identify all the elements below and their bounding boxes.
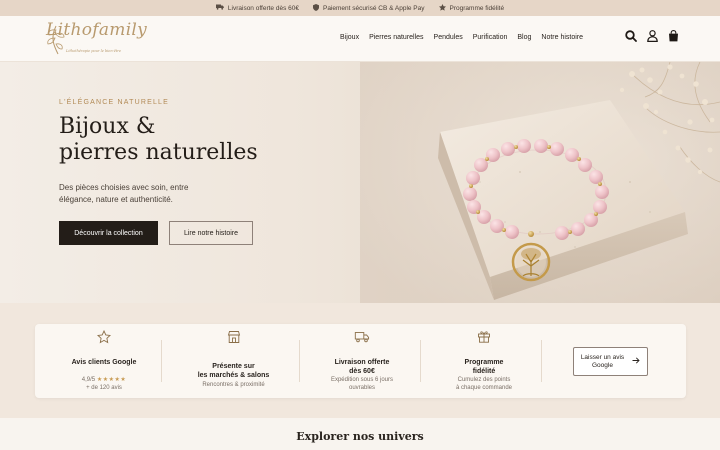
announcement-bar: Livraison offerte dès 60€ Paiement sécur… bbox=[0, 0, 720, 16]
arrow-right-icon bbox=[632, 356, 640, 367]
announcement-loyalty: Programme fidélité bbox=[438, 3, 505, 13]
feature-title-line2: dès 60€ bbox=[349, 368, 375, 375]
announcement-label: Livraison offerte dès 60€ bbox=[227, 4, 299, 12]
feature-sub: + de 120 avis bbox=[86, 385, 122, 391]
features-card: Avis clients Google 4,9/5 ★★★★★ + de 120… bbox=[35, 324, 686, 398]
nav-item-purification[interactable]: Purification bbox=[473, 34, 508, 41]
rating-stars: ★★★★★ bbox=[96, 377, 127, 383]
explore-section: Explorer nos univers bbox=[0, 418, 720, 450]
feature-title-line2: fidélité bbox=[472, 368, 496, 375]
user-icon[interactable] bbox=[647, 30, 658, 42]
logo-tagline: Lithothérapie pour le bien-être bbox=[66, 49, 122, 53]
hero-title-line2: pierres naturelles bbox=[59, 140, 258, 165]
hero-bracelet-image bbox=[360, 62, 720, 303]
nav-item-blog[interactable]: Blog bbox=[517, 34, 531, 41]
header-actions bbox=[625, 30, 679, 42]
leave-google-review-button[interactable]: Laisser un avis Google bbox=[573, 347, 648, 376]
feature-title-line1: Livraison offerte bbox=[334, 359, 390, 366]
feature-title: Avis clients Google bbox=[71, 359, 137, 366]
hero-subtitle: Des pièces choisies avec soin, entre élé… bbox=[59, 183, 189, 204]
announcement-shipping: Livraison offerte dès 60€ bbox=[215, 4, 299, 12]
read-story-button[interactable]: Lire notre histoire bbox=[169, 221, 253, 245]
announcement-payment: Paiement sécurisé CB & Apple Pay bbox=[312, 3, 425, 13]
star-outline-icon bbox=[96, 329, 112, 349]
hero-section: L'ÉLÉGANCE NATURELLE Bijoux & pierres na… bbox=[0, 62, 720, 303]
review-button-label: Laisser un avis Google bbox=[581, 354, 624, 370]
search-icon[interactable] bbox=[625, 30, 637, 42]
gift-icon bbox=[478, 330, 491, 348]
nav-item-notre-histoire[interactable]: Notre histoire bbox=[541, 34, 583, 41]
feature-sub: Rencontres & proximité bbox=[202, 382, 265, 388]
star-icon bbox=[438, 3, 446, 13]
feature-title-line1: Présente sur bbox=[212, 363, 255, 370]
explore-title: Explorer nos univers bbox=[296, 430, 424, 443]
feature-markets: Présente sur les marchés & salons Rencon… bbox=[165, 324, 302, 398]
review-button-line1: Laisser un avis bbox=[580, 353, 625, 361]
store-icon bbox=[227, 330, 241, 349]
announcement-label: Programme fidélité bbox=[449, 4, 505, 12]
announcement-label: Paiement sécurisé CB & Apple Pay bbox=[322, 4, 425, 12]
shield-icon bbox=[312, 3, 319, 13]
hero-title-line1: Bijoux & bbox=[59, 114, 156, 139]
bag-icon[interactable] bbox=[668, 30, 679, 42]
feature-sub-line1: Cumulez des points bbox=[457, 377, 511, 383]
feature-title: Présente sur les marchés & salons bbox=[165, 362, 302, 380]
feature-sub: Expédition sous 6 jours ouvrables bbox=[297, 376, 427, 392]
hero-title: Bijoux & pierres naturelles bbox=[59, 114, 258, 166]
review-button-line2: Google bbox=[592, 361, 613, 369]
feature-sub-line2: à chaque commande bbox=[455, 385, 513, 391]
feature-divider bbox=[161, 340, 162, 382]
discover-collection-button[interactable]: Découvrir la collection bbox=[59, 221, 158, 245]
feature-rating: 4,9/5 ★★★★★ + de 120 avis bbox=[35, 376, 173, 392]
truck-icon bbox=[215, 4, 224, 12]
main-nav: Bijoux Pierres naturelles Pendules Purif… bbox=[340, 34, 583, 41]
rating-value: 4,9/5 bbox=[81, 377, 96, 383]
feature-title: Programme fidélité bbox=[419, 358, 549, 376]
logo-wordmark[interactable]: Lithofamily bbox=[46, 20, 147, 40]
feature-title-line1: Programme bbox=[464, 359, 504, 366]
feature-title-line2: les marchés & salons bbox=[197, 372, 270, 379]
feature-google-reviews: Avis clients Google 4,9/5 ★★★★★ + de 120… bbox=[35, 324, 173, 398]
feature-divider bbox=[541, 340, 542, 382]
nav-item-bijoux[interactable]: Bijoux bbox=[340, 34, 359, 41]
nav-item-pierres-naturelles[interactable]: Pierres naturelles bbox=[369, 34, 423, 41]
feature-loyalty: Programme fidélité Cumulez des points à … bbox=[419, 324, 549, 398]
feature-sub-line2: ouvrables bbox=[348, 385, 375, 391]
feature-sub: Cumulez des points à chaque commande bbox=[419, 376, 549, 392]
site-header: Lithofamily Lithothérapie pour le bien-ê… bbox=[0, 16, 720, 62]
feature-sub-line1: Expédition sous 6 jours bbox=[330, 377, 394, 383]
feature-shipping: Livraison offerte dès 60€ Expédition sou… bbox=[297, 324, 427, 398]
nav-item-pendules[interactable]: Pendules bbox=[434, 34, 463, 41]
hero-eyebrow: L'ÉLÉGANCE NATURELLE bbox=[59, 99, 170, 106]
truck-outline-icon bbox=[354, 330, 370, 348]
feature-title: Livraison offerte dès 60€ bbox=[297, 358, 427, 376]
